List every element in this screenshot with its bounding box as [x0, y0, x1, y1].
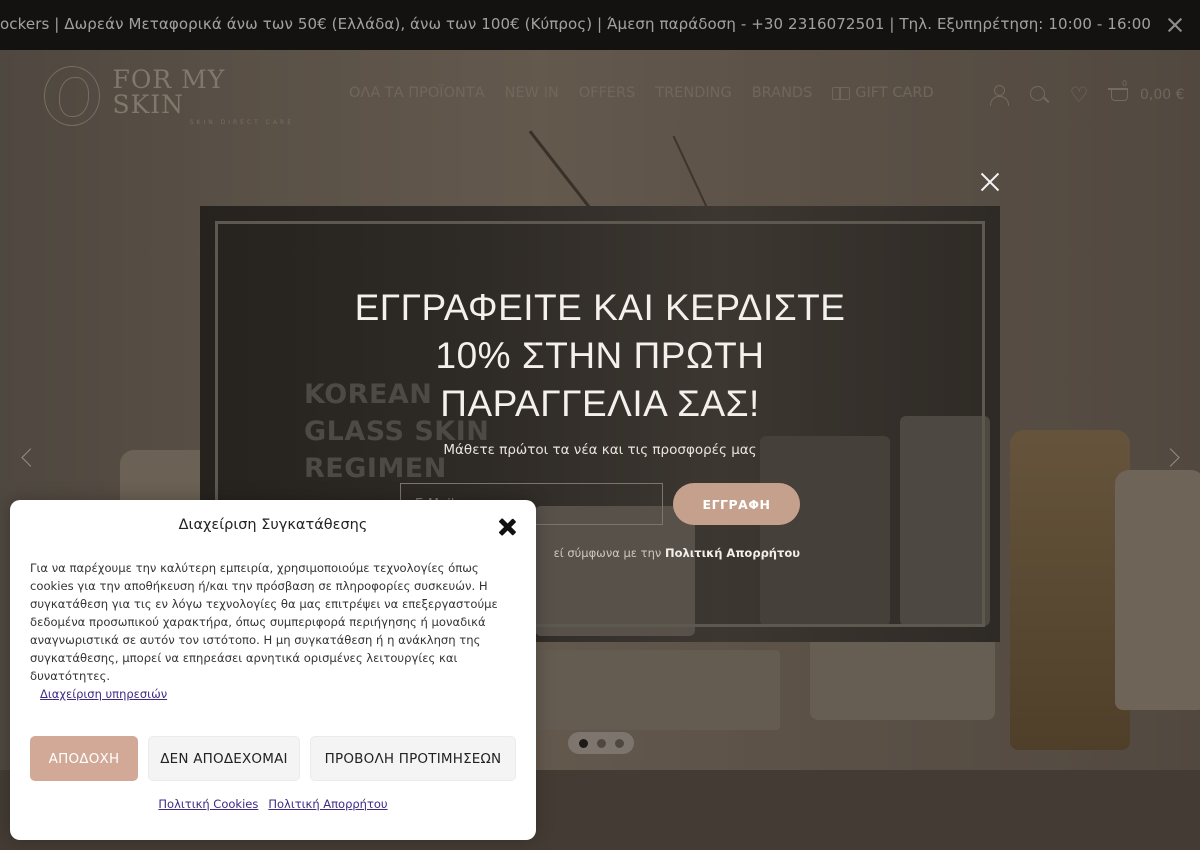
- accept-button[interactable]: ΑΠΟΔΟΧΗ: [30, 736, 138, 781]
- cookie-body: Για να παρέχουμε την καλύτερη εμπειρία, …: [30, 561, 498, 683]
- close-icon[interactable]: [496, 516, 518, 538]
- cookies-policy-link[interactable]: Πολιτική Cookies: [158, 797, 258, 811]
- consent-text: εί σύμφωνα με την: [553, 546, 662, 560]
- view-preferences-button[interactable]: ΠΡΟΒΟΛΗ ΠΡΟΤΙΜΗΣΕΩΝ: [310, 736, 516, 781]
- deny-button[interactable]: ΔΕΝ ΑΠΟΔΕΧΟΜΑΙ: [148, 736, 300, 781]
- subscribe-button[interactable]: ΕΓΓΡΑΦΗ: [673, 483, 800, 525]
- cookie-links: Πολιτική Cookies Πολιτική Απορρήτου: [10, 797, 536, 811]
- close-icon[interactable]: [978, 170, 1002, 194]
- cookie-title: Διαχείριση Συγκατάθεσης: [178, 517, 368, 533]
- popup-subtitle: Μάθετε πρώτοι τα νέα και τις προσφορές μ…: [443, 442, 757, 458]
- popup-title: ΕΓΓΡΑΦΕΙΤΕ ΚΑΙ ΚΕΡΔΙΣΤΕ 10% ΣΤΗΝ ΠΡΩΤΗ Π…: [354, 287, 846, 424]
- privacy-policy-link[interactable]: Πολιτική Απορρήτου: [268, 797, 387, 811]
- cookie-consent-dialog: Διαχείριση Συγκατάθεσης Για να παρέχουμε…: [10, 500, 536, 840]
- privacy-policy-link[interactable]: Πολιτική Απορρήτου: [665, 546, 800, 560]
- manage-services-link[interactable]: Διαχείριση υπηρεσιών: [40, 687, 167, 701]
